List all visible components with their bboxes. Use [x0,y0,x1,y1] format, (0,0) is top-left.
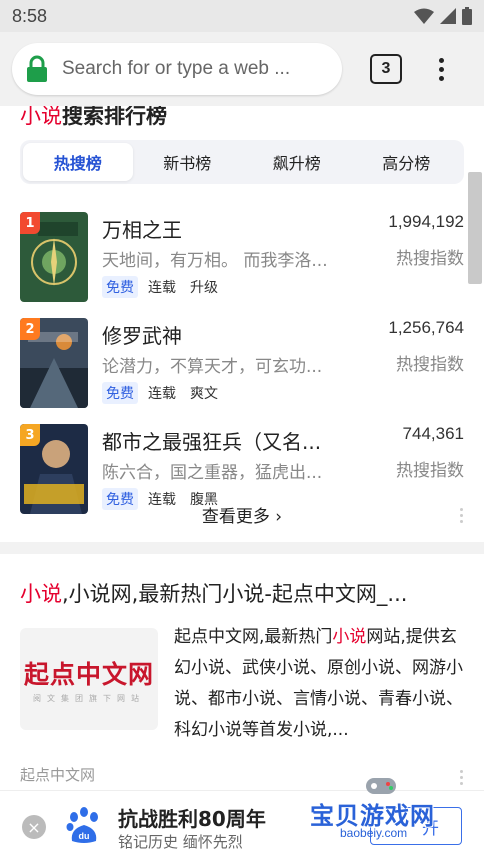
view-more-link[interactable]: 查看更多 › [0,502,484,527]
book-cover: 1 [20,212,88,302]
book-item[interactable]: 2 修罗武神 论潜力，不算天才，可玄功... 免费 连载 爽文 1,256,76… [20,318,464,408]
close-icon[interactable]: × [22,815,46,839]
status-time: 8:58 [12,5,48,26]
browser-toolbar: Search for or type a web ... 3 [0,32,484,106]
result-source: 起点中文网 [20,766,96,784]
book-name: 万相之王 [102,218,182,242]
book-description: 论潜力，不算天才，可玄功... [102,357,323,377]
section-divider [0,542,484,554]
tag-genre: 爽文 [190,386,218,402]
hot-count: 744,361 [402,424,464,443]
rank-card-title: 小说搜索排行榜 [20,106,167,128]
tab-top-rated[interactable]: 高分榜 [352,143,462,181]
more-options-icon[interactable] [460,770,464,785]
tag-serial: 连载 [148,280,176,296]
tab-hot-search[interactable]: 热搜榜 [23,143,133,181]
open-app-button[interactable]: 开 [370,807,462,845]
rank-card: 小说搜索排行榜 热搜榜 新书榜 飙升榜 高分榜 1 万相之王 天地间，有万相。 … [0,106,484,540]
qidian-logo-subtitle: 阅文集团旗下网站 [33,693,145,703]
book-tags: 免费 连载 爽文 [102,382,222,404]
result-title[interactable]: 小说,小说网,最新热门小说-起点中文网_... [20,578,464,608]
book-name: 都市之最强狂兵（又名... [102,430,322,454]
tag-serial: 连载 [148,386,176,402]
search-placeholder: Search for or type a web ... [62,58,291,79]
book-tags: 免费 连载 升级 [102,276,222,298]
status-bar: 8:58 [0,0,484,32]
rank-badge: 2 [20,318,40,340]
banner-subtitle: 铭记历史 缅怀先烈 [118,833,243,851]
tab-switcher-button[interactable]: 3 [370,54,402,84]
rank-badge: 3 [20,424,40,446]
book-item[interactable]: 3 都市之最强狂兵（又名... 陈六合，国之重器，猛虎出... 免费 连载 腹黑… [20,424,464,514]
hot-count-label: 热搜指数 [396,249,464,269]
tab-new-books[interactable]: 新书榜 [133,143,243,181]
book-cover: 2 [20,318,88,408]
tag-free: 免费 [102,276,138,298]
svg-text:du: du [79,831,90,841]
rank-badge: 1 [20,212,40,234]
lock-icon [27,55,47,82]
hot-count: 1,256,764 [388,318,464,337]
tag-genre: 升级 [190,280,218,296]
wifi-icon [414,8,434,24]
address-bar[interactable]: Search for or type a web ... [12,43,342,95]
app-banner: × du 抗战胜利80周年 铭记历史 缅怀先烈 开 [0,790,484,860]
result-thumbnail: 起点中文网 阅文集团旗下网站 [20,628,158,730]
search-result-card[interactable]: 小说,小说网,最新热门小说-起点中文网_... 起点中文网 阅文集团旗下网站 起… [0,554,484,790]
chevron-right-icon: › [275,507,283,527]
hot-count: 1,994,192 [388,212,464,231]
tag-free: 免费 [102,382,138,404]
qidian-logo: 起点中文网 [23,659,154,689]
result-snippet: 起点中文网,最新热门小说网站,提供玄幻小说、武侠小说、原创小说、网游小说、都市小… [174,627,463,740]
book-description: 天地间，有万相。 而我李洛... [102,251,328,271]
baidu-paw-icon: du [66,807,98,843]
book-cover: 3 [20,424,88,514]
hot-count-label: 热搜指数 [396,355,464,375]
more-options-icon[interactable] [460,508,464,523]
rank-tabs: 热搜榜 新书榜 飙升榜 高分榜 [20,140,464,184]
scrollbar[interactable] [468,172,482,284]
hot-count-label: 热搜指数 [396,461,464,481]
cell-signal-icon [440,8,456,24]
tab-rising[interactable]: 飙升榜 [242,143,352,181]
banner-title: 抗战胜利80周年 [118,807,266,831]
book-name: 修罗武神 [102,324,182,348]
page-content: 小说搜索排行榜 热搜榜 新书榜 飙升榜 高分榜 1 万相之王 天地间，有万相。 … [0,106,484,790]
battery-icon [462,7,472,25]
browser-menu-button[interactable] [436,57,446,81]
book-description: 陈六合，国之重器，猛虎出... [102,463,323,483]
book-item[interactable]: 1 万相之王 天地间，有万相。 而我李洛... 免费 连载 升级 1,994,1… [20,212,464,302]
